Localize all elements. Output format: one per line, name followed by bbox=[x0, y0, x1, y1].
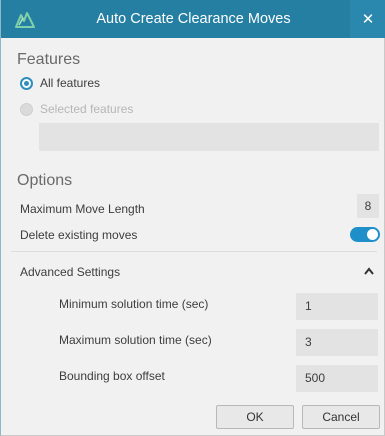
cancel-button[interactable]: Cancel bbox=[302, 405, 380, 429]
bounding-box-offset-label: Bounding box offset bbox=[59, 369, 165, 383]
bounding-box-offset-field[interactable]: 500 bbox=[296, 365, 378, 392]
all-features-radio[interactable] bbox=[20, 77, 33, 90]
all-features-label[interactable]: All features bbox=[40, 76, 100, 90]
chevron-up-icon[interactable] bbox=[363, 267, 375, 276]
title-bar[interactable]: Auto Create Clearance Moves ✕ bbox=[1, 0, 385, 38]
divider bbox=[11, 251, 377, 252]
auto-create-clearance-moves-dialog: Auto Create Clearance Moves ✕ Features A… bbox=[0, 0, 385, 436]
delete-existing-moves-toggle[interactable] bbox=[350, 227, 380, 242]
selected-features-box[interactable] bbox=[39, 123, 379, 151]
close-button[interactable]: ✕ bbox=[350, 0, 385, 38]
window-title: Auto Create Clearance Moves bbox=[96, 11, 291, 27]
min-solution-time-label: Minimum solution time (sec) bbox=[59, 297, 209, 311]
features-section-title: Features bbox=[17, 51, 81, 68]
close-icon: ✕ bbox=[361, 10, 375, 28]
min-solution-time-field[interactable]: 1 bbox=[296, 293, 378, 320]
max-solution-time-field[interactable]: 3 bbox=[296, 329, 378, 356]
max-move-length-field[interactable]: 8 bbox=[357, 194, 379, 218]
selected-features-radio[interactable] bbox=[20, 103, 33, 116]
max-move-length-label: Maximum Move Length bbox=[20, 202, 145, 216]
advanced-settings-header[interactable]: Advanced Settings bbox=[20, 265, 120, 279]
ok-button[interactable]: OK bbox=[216, 405, 294, 429]
options-section-title: Options bbox=[17, 172, 73, 189]
max-solution-time-label: Maximum solution time (sec) bbox=[59, 333, 212, 347]
delete-existing-moves-label: Delete existing moves bbox=[20, 228, 138, 242]
dynamics-logo-icon bbox=[15, 12, 35, 28]
selected-features-label[interactable]: Selected features bbox=[40, 102, 133, 116]
